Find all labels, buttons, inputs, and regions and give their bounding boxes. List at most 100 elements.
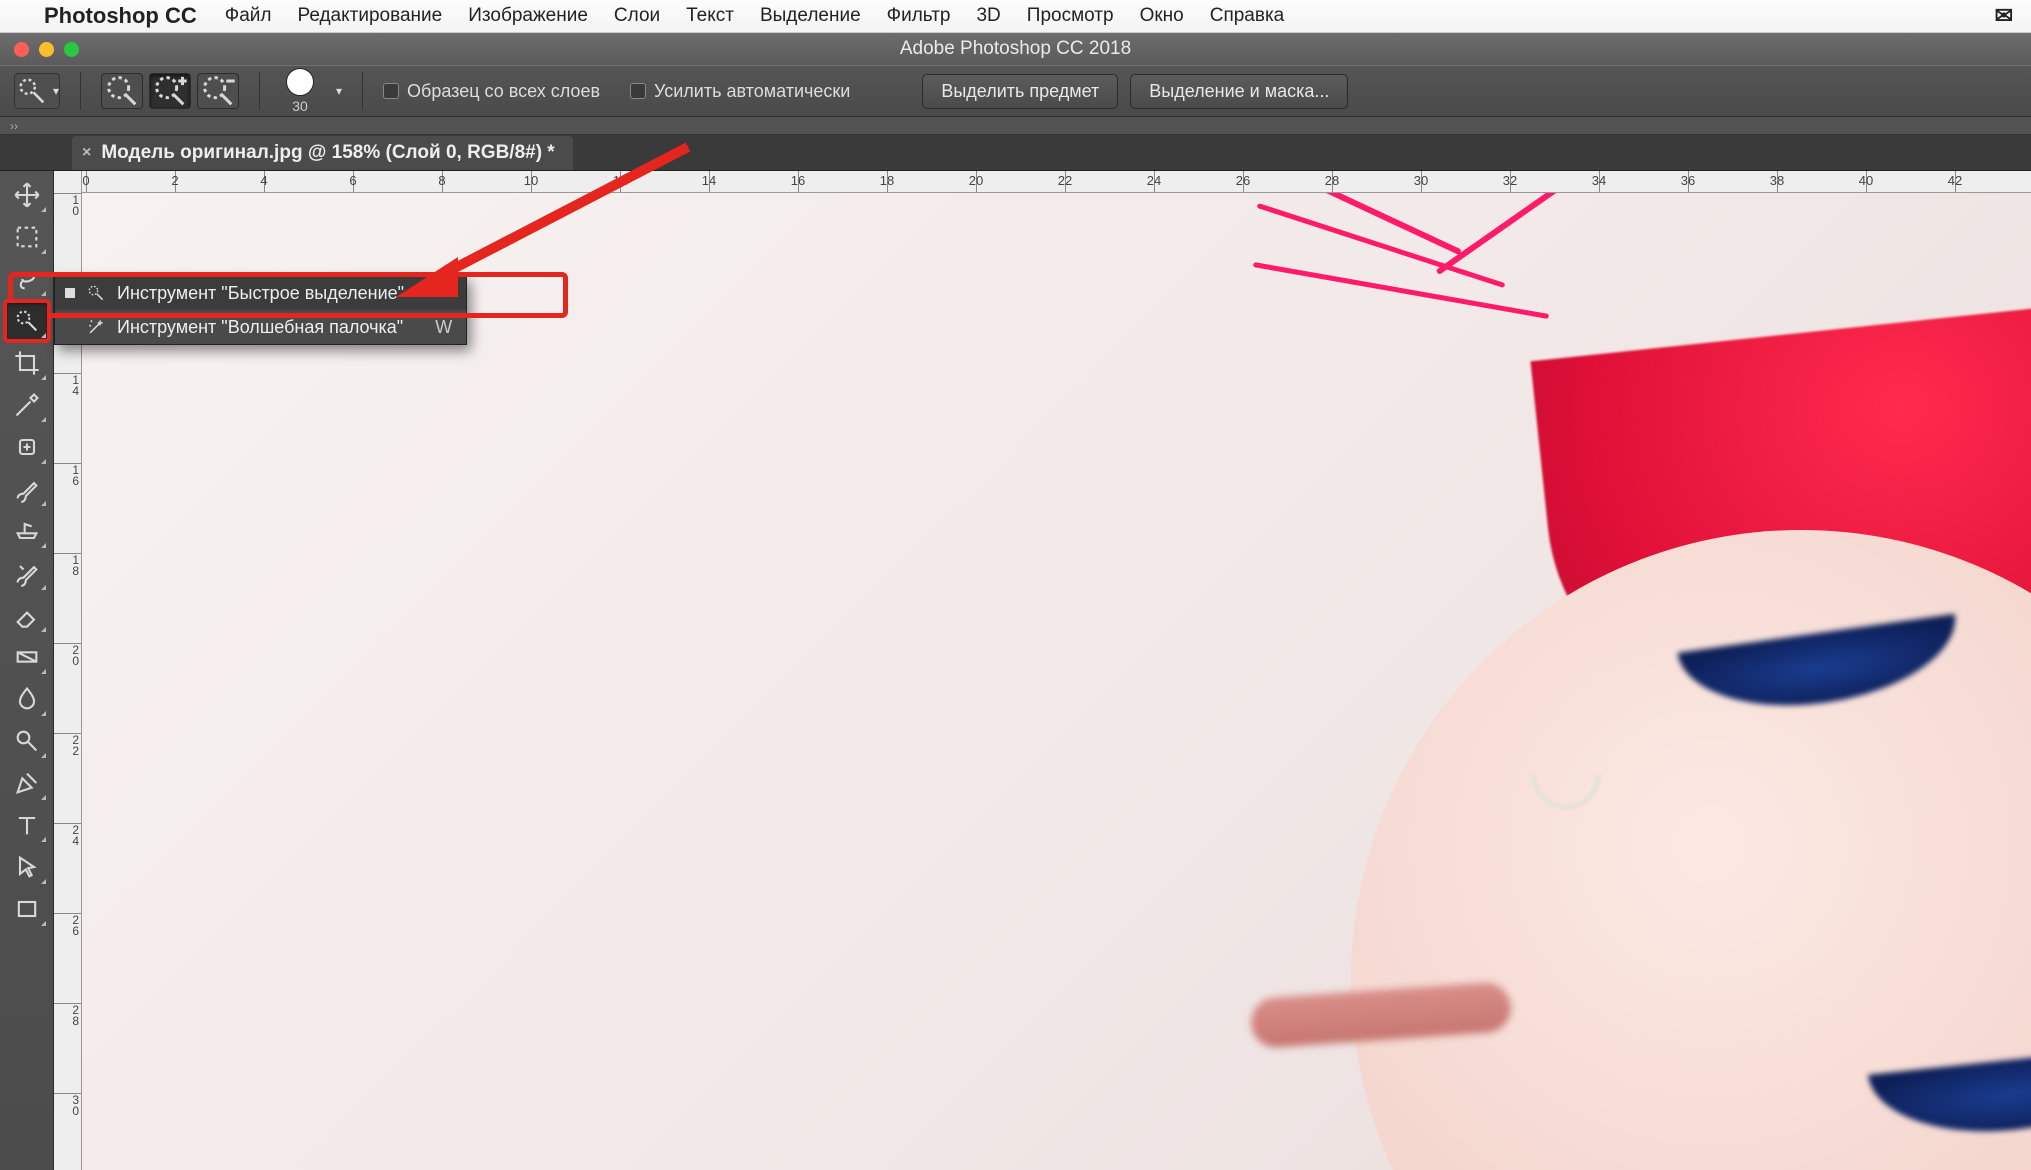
ruler-label: 34 <box>1592 173 1606 188</box>
menu-view[interactable]: Просмотр <box>1027 5 1114 27</box>
ruler-label: 36 <box>1681 173 1695 188</box>
path-selection-tool[interactable] <box>5 847 49 887</box>
chevron-down-icon[interactable]: ▾ <box>336 84 342 98</box>
ruler-label: 18 <box>72 555 79 577</box>
brush-preview-icon <box>286 68 314 96</box>
flyout-item-quick-selection[interactable]: Инструмент "Быстрое выделение" <box>55 276 466 310</box>
new-selection-button[interactable] <box>101 73 143 109</box>
menu-filter[interactable]: Фильтр <box>887 5 951 27</box>
history-brush-tool[interactable] <box>5 553 49 593</box>
flyout-item-shortcut: W <box>435 317 452 338</box>
ruler-label: 6 <box>349 173 356 188</box>
ruler-label: 42 <box>1948 173 1962 188</box>
auto-enhance-checkbox[interactable]: Усилить автоматически <box>630 81 850 102</box>
ruler-label: 4 <box>260 173 267 188</box>
brush-size-value: 30 <box>292 98 308 114</box>
menu-3d[interactable]: 3D <box>976 5 1000 27</box>
select-and-mask-button[interactable]: Выделение и маска... <box>1130 74 1348 109</box>
creative-cloud-icon[interactable]: ✉ <box>1995 3 2013 29</box>
ruler-label: 12 <box>613 173 627 188</box>
options-bar: ▾ 30 ▾ Образец со всех слоев Усилить авт… <box>0 65 2031 117</box>
sample-all-layers-label: Образец со всех слоев <box>407 81 600 102</box>
document-tab[interactable]: × Модель оригинал.jpg @ 158% (Слой 0, RG… <box>72 136 573 170</box>
ruler-label: 22 <box>72 735 79 757</box>
ruler-label: 26 <box>1236 173 1250 188</box>
subtract-from-selection-button[interactable] <box>197 73 239 109</box>
ruler-label: 40 <box>1859 173 1873 188</box>
lasso-tool[interactable] <box>5 259 49 299</box>
brush-preset-picker[interactable]: 30 <box>286 68 314 114</box>
gradient-tool[interactable] <box>5 637 49 677</box>
rectangle-shape-tool[interactable] <box>5 889 49 929</box>
dodge-tool[interactable] <box>5 721 49 761</box>
ruler-label: 10 <box>72 195 79 217</box>
ruler-label: 26 <box>72 915 79 937</box>
macos-menubar: Photoshop CC Файл Редактирование Изображ… <box>0 0 2031 33</box>
select-subject-button[interactable]: Выделить предмет <box>922 74 1118 109</box>
quick-selection-tool[interactable] <box>5 301 49 341</box>
ruler-label: 38 <box>1770 173 1784 188</box>
menu-select[interactable]: Выделение <box>760 5 861 27</box>
blur-tool[interactable] <box>5 679 49 719</box>
window-close-button[interactable] <box>14 42 29 57</box>
chevron-down-icon: ▾ <box>53 84 59 98</box>
menu-file[interactable]: Файл <box>225 5 272 27</box>
menu-image[interactable]: Изображение <box>468 5 588 27</box>
close-tab-icon[interactable]: × <box>82 144 91 162</box>
eyedropper-tool[interactable] <box>5 385 49 425</box>
move-tool[interactable] <box>5 175 49 215</box>
ruler-label: 14 <box>72 375 79 397</box>
document-tab-bar: × Модель оригинал.jpg @ 158% (Слой 0, RG… <box>0 135 2031 171</box>
ruler-label: 0 <box>82 173 89 188</box>
checkbox-icon <box>383 83 399 99</box>
ruler-label: 30 <box>72 1095 79 1117</box>
type-tool[interactable] <box>5 805 49 845</box>
tools-panel <box>0 171 54 1170</box>
clone-stamp-tool[interactable] <box>5 511 49 551</box>
ruler-label: 18 <box>880 173 894 188</box>
flyout-item-label: Инструмент "Волшебная палочка" <box>117 317 403 338</box>
window-zoom-button[interactable] <box>64 42 79 57</box>
ruler-label: 24 <box>72 825 79 847</box>
window-minimize-button[interactable] <box>39 42 54 57</box>
ruler-label: 16 <box>791 173 805 188</box>
ruler-label: 20 <box>72 645 79 667</box>
menu-edit[interactable]: Редактирование <box>297 5 442 27</box>
ruler-label: 22 <box>1058 173 1072 188</box>
ruler-label: 8 <box>438 173 445 188</box>
healing-brush-tool[interactable] <box>5 427 49 467</box>
ruler-label: 24 <box>1147 173 1161 188</box>
ruler-label: 2 <box>171 173 178 188</box>
crop-tool[interactable] <box>5 343 49 383</box>
ruler-label: 10 <box>524 173 538 188</box>
add-to-selection-button[interactable] <box>149 73 191 109</box>
flyout-item-label: Инструмент "Быстрое выделение" <box>117 283 404 304</box>
window-titlebar: Adobe Photoshop CC 2018 <box>0 33 2031 65</box>
app-name[interactable]: Photoshop CC <box>44 3 197 29</box>
selected-indicator-icon <box>65 288 75 298</box>
menu-type[interactable]: Текст <box>686 5 734 27</box>
ruler-label: 28 <box>1325 173 1339 188</box>
current-tool-preset[interactable]: ▾ <box>14 73 60 109</box>
pen-tool[interactable] <box>5 763 49 803</box>
menu-help[interactable]: Справка <box>1210 5 1285 27</box>
ruler-label: 16 <box>72 465 79 487</box>
horizontal-ruler[interactable]: 024681012141618202224262830323436384042 <box>82 171 2031 193</box>
panel-collapse-toggle[interactable]: ›› <box>0 117 2031 135</box>
flyout-item-magic-wand[interactable]: Инструмент "Волшебная палочка" W <box>55 310 466 344</box>
window-title: Adobe Photoshop CC 2018 <box>900 38 1131 60</box>
menu-layers[interactable]: Слои <box>614 5 660 27</box>
ruler-label: 28 <box>72 1005 79 1027</box>
quick-selection-icon <box>85 283 107 303</box>
checkbox-icon <box>630 83 646 99</box>
eraser-tool[interactable] <box>5 595 49 635</box>
menu-window[interactable]: Окно <box>1140 5 1184 27</box>
auto-enhance-label: Усилить автоматически <box>654 81 850 102</box>
brush-tool[interactable] <box>5 469 49 509</box>
window-controls <box>14 42 79 57</box>
sample-all-layers-checkbox[interactable]: Образец со всех слоев <box>383 81 600 102</box>
selection-mode-group <box>101 73 239 109</box>
marquee-tool[interactable] <box>5 217 49 257</box>
ruler-label: 32 <box>1503 173 1517 188</box>
document-tab-title: Модель оригинал.jpg @ 158% (Слой 0, RGB/… <box>101 142 554 164</box>
